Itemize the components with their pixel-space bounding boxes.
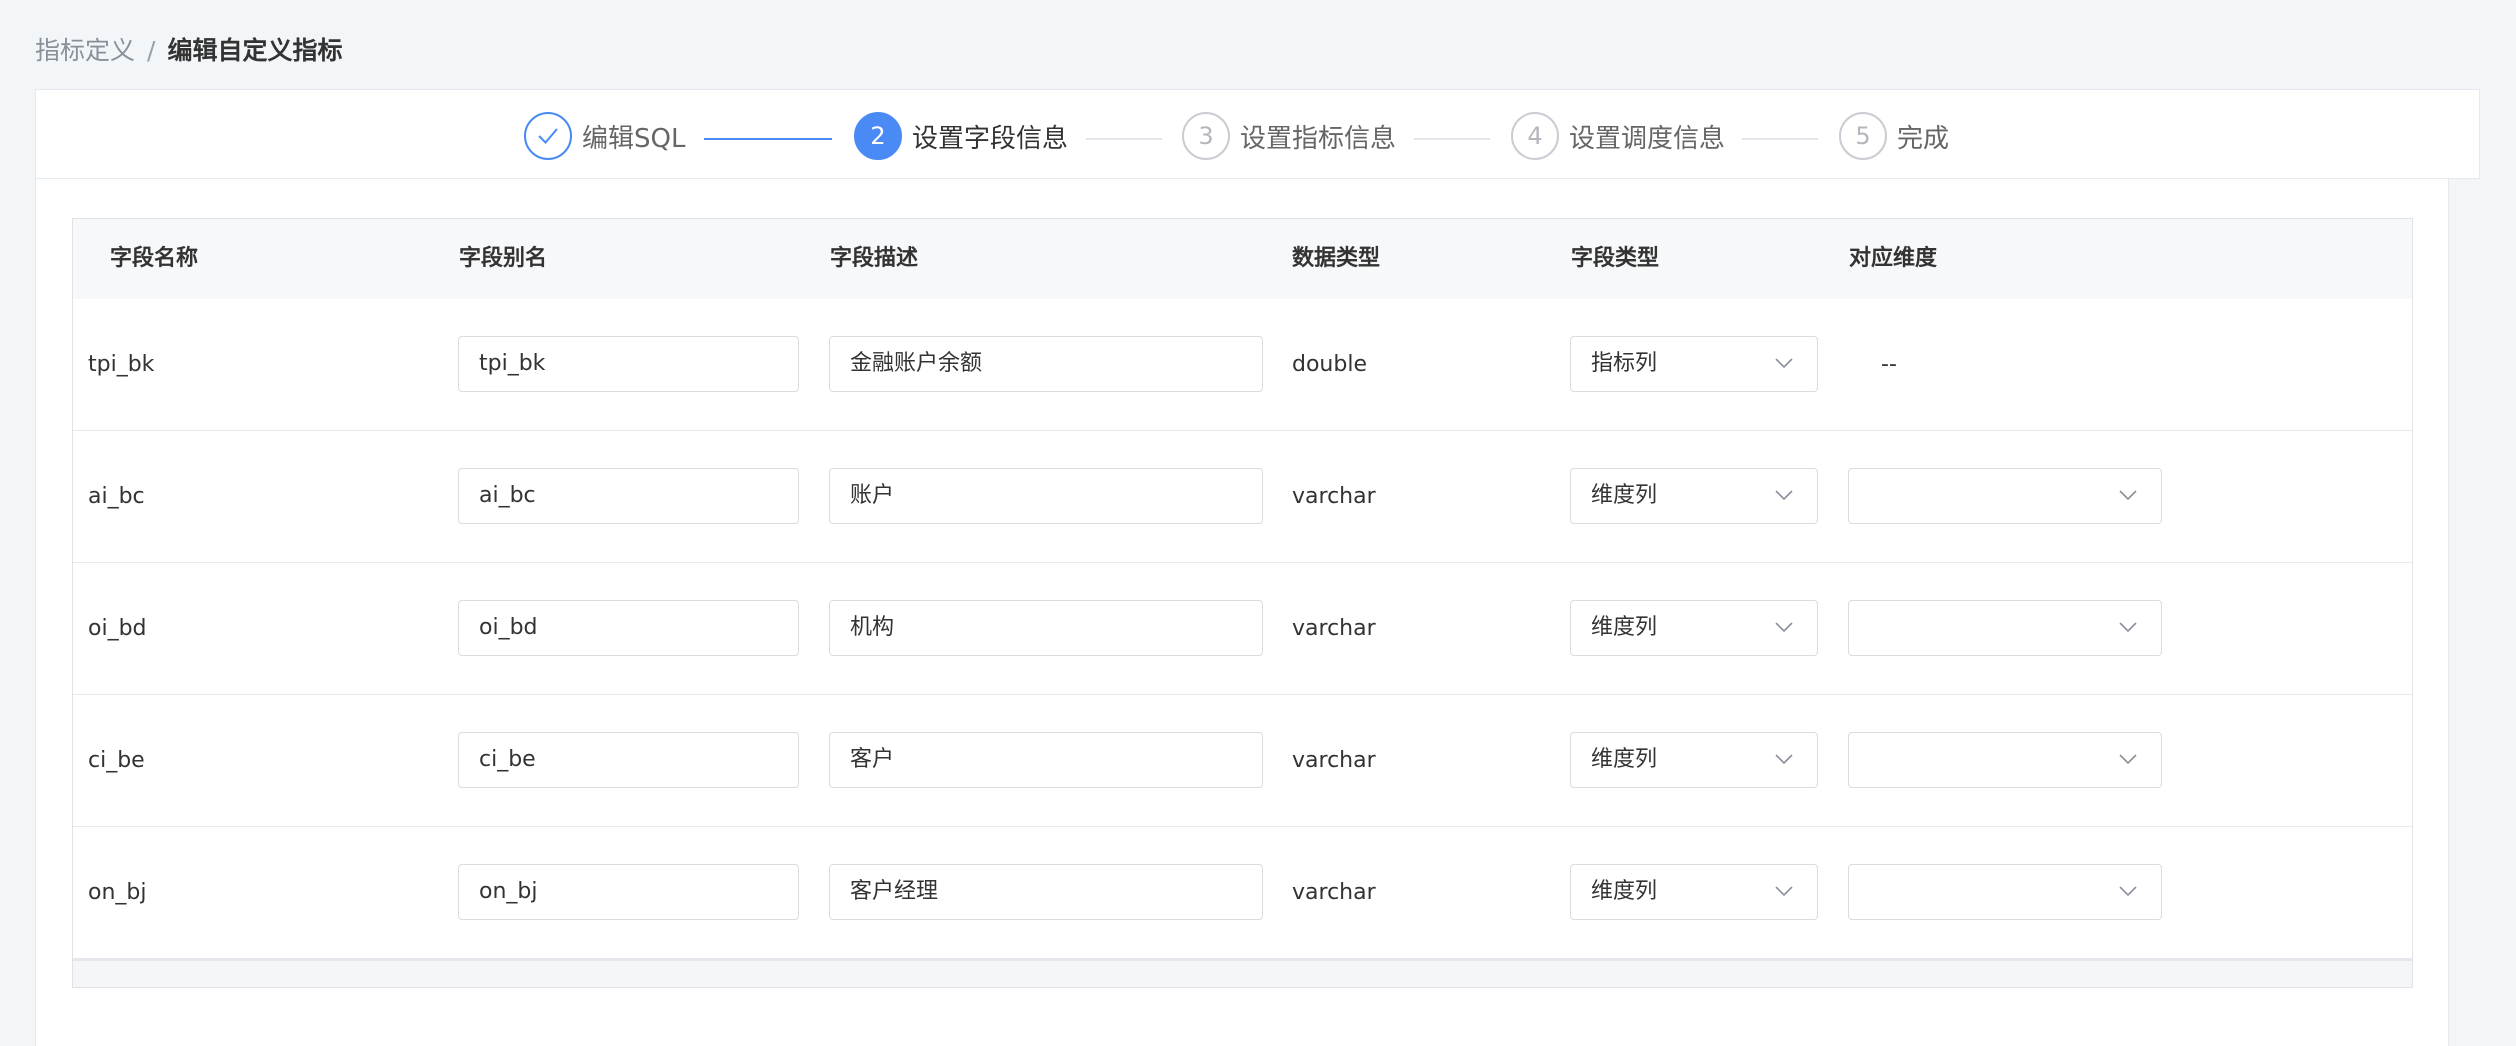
field-alias-input[interactable]: tpi_bk <box>458 336 799 392</box>
data-type: varchar <box>1292 484 1376 509</box>
breadcrumb-separator: / <box>147 36 156 65</box>
chevron-down-icon <box>1775 358 1793 369</box>
field-alias-input[interactable]: ai_bc <box>458 468 799 524</box>
field-name: ai_bc <box>88 484 145 509</box>
chevron-down-icon <box>1775 622 1793 633</box>
field-type-value: 维度列 <box>1591 483 1658 508</box>
field-type-value: 指标列 <box>1591 351 1658 376</box>
header-field-desc: 字段描述 <box>830 246 919 271</box>
field-table: 字段名称 字段别名 字段描述 数据类型 字段类型 对应维度 tpi_bk tpi… <box>72 218 2413 988</box>
step-4: 4 设置调度信息 <box>1511 110 1725 162</box>
table-row: on_bj on_bj 客户经理 varchar 维度列 <box>73 827 2412 959</box>
step-3: 3 设置指标信息 <box>1182 110 1396 162</box>
chevron-down-icon <box>1775 754 1793 765</box>
table-row: ai_bc ai_bc 账户 varchar 维度列 <box>73 431 2412 563</box>
chevron-down-icon <box>1775 490 1793 501</box>
chevron-down-icon <box>2119 886 2137 897</box>
field-type-value: 维度列 <box>1591 615 1658 640</box>
data-type: varchar <box>1292 880 1376 905</box>
step-connector-3 <box>1414 138 1490 140</box>
table-row: oi_bd oi_bd 机构 varchar 维度列 <box>73 563 2412 695</box>
steps-bar: 编辑SQL 2 设置字段信息 3 设置指标信息 4 设置调度信息 5 完成 <box>35 89 2480 179</box>
field-type-select[interactable]: 指标列 <box>1570 336 1818 392</box>
field-desc-input[interactable]: 账户 <box>829 468 1263 524</box>
dimension-select[interactable] <box>1848 600 2162 656</box>
step-2: 2 设置字段信息 <box>854 110 1068 162</box>
check-icon <box>524 112 572 160</box>
header-field-alias: 字段别名 <box>459 246 548 271</box>
header-field-name: 字段名称 <box>110 246 199 271</box>
field-desc-input[interactable]: 客户 <box>829 732 1263 788</box>
field-type-select[interactable]: 维度列 <box>1570 468 1818 524</box>
step-connector-1 <box>704 138 832 140</box>
step-3-label: 设置指标信息 <box>1240 123 1397 154</box>
field-desc-input[interactable]: 金融账户余额 <box>829 336 1263 392</box>
chevron-down-icon <box>2119 622 2137 633</box>
breadcrumb-current: 编辑自定义指标 <box>167 36 343 65</box>
field-desc-input[interactable]: 客户经理 <box>829 864 1263 920</box>
header-dimension: 对应维度 <box>1849 246 1938 271</box>
field-type-value: 维度列 <box>1591 747 1658 772</box>
step-5: 5 完成 <box>1839 110 1949 162</box>
step-1-label: 编辑SQL <box>582 123 686 154</box>
vertical-scrollbar[interactable] <box>2448 179 2481 1046</box>
field-type-select[interactable]: 维度列 <box>1570 864 1818 920</box>
chevron-down-icon <box>2119 754 2137 765</box>
dimension-select[interactable] <box>1848 864 2162 920</box>
chevron-down-icon <box>1775 886 1793 897</box>
table-header: 字段名称 字段别名 字段描述 数据类型 字段类型 对应维度 <box>73 219 2412 299</box>
dimension-select[interactable] <box>1848 732 2162 788</box>
field-desc-input[interactable]: 机构 <box>829 600 1263 656</box>
step-4-label: 设置调度信息 <box>1569 123 1726 154</box>
step-4-number: 4 <box>1511 112 1559 160</box>
data-type: double <box>1292 352 1367 377</box>
step-2-number: 2 <box>854 112 902 160</box>
breadcrumb-parent[interactable]: 指标定义 <box>35 36 135 65</box>
step-1: 编辑SQL <box>524 110 685 162</box>
step-5-label: 完成 <box>1897 123 1950 154</box>
field-name: oi_bd <box>88 616 147 641</box>
header-field-type: 字段类型 <box>1571 246 1660 271</box>
table-row: ci_be ci_be 客户 varchar 维度列 <box>73 695 2412 827</box>
step-5-number: 5 <box>1839 112 1887 160</box>
field-name: on_bj <box>88 880 147 905</box>
step-connector-4 <box>1742 138 1818 140</box>
chevron-down-icon <box>2119 490 2137 501</box>
field-type-select[interactable]: 维度列 <box>1570 732 1818 788</box>
field-alias-input[interactable]: ci_be <box>458 732 799 788</box>
field-name: ci_be <box>88 748 145 773</box>
breadcrumb: 指标定义 / 编辑自定义指标 <box>35 34 342 68</box>
table-row: tpi_bk tpi_bk 金融账户余额 double 指标列 -- <box>73 299 2412 431</box>
field-type-select[interactable]: 维度列 <box>1570 600 1818 656</box>
data-type: varchar <box>1292 616 1376 641</box>
header-data-type: 数据类型 <box>1292 246 1381 271</box>
field-type-value: 维度列 <box>1591 879 1658 904</box>
step-connector-2 <box>1086 138 1162 140</box>
dimension-select[interactable] <box>1848 468 2162 524</box>
field-alias-input[interactable]: oi_bd <box>458 600 799 656</box>
horizontal-scrollbar[interactable] <box>73 959 2412 987</box>
field-name: tpi_bk <box>88 352 155 377</box>
field-alias-input[interactable]: on_bj <box>458 864 799 920</box>
step-2-label: 设置字段信息 <box>912 123 1069 154</box>
data-type: varchar <box>1292 748 1376 773</box>
dimension-empty: -- <box>1881 352 1897 377</box>
step-3-number: 3 <box>1182 112 1230 160</box>
